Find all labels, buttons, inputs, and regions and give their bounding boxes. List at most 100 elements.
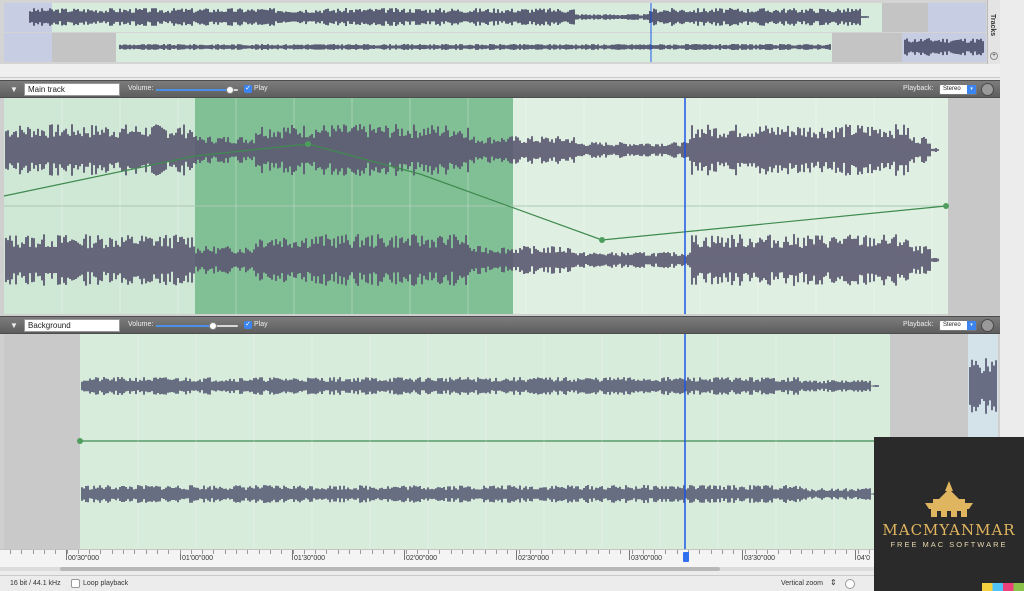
vertical-zoom-slider[interactable] xyxy=(845,579,855,589)
ruler-minor-tick xyxy=(168,550,170,554)
watermark-tagline: FREE MAC SOFTWARE xyxy=(890,540,1008,549)
ruler-minor-tick xyxy=(32,550,34,554)
ruler-minor-tick xyxy=(541,550,543,554)
track-name-field[interactable]: Main track xyxy=(24,83,120,96)
ruler-label: 02'30"000 xyxy=(518,555,550,562)
overview-waveforms xyxy=(0,0,987,64)
ruler-minor-tick xyxy=(202,550,204,554)
ruler-minor-tick xyxy=(326,550,328,554)
ruler-minor-tick xyxy=(868,550,870,554)
ruler-minor-tick xyxy=(428,550,430,554)
envelope-point[interactable] xyxy=(599,237,605,243)
ruler-minor-tick xyxy=(812,550,814,554)
ruler-minor-tick xyxy=(66,550,68,554)
background-track-area[interactable] xyxy=(0,334,1000,549)
play-checkbox[interactable]: ✓ xyxy=(244,321,252,329)
ruler-minor-tick xyxy=(846,550,848,554)
main-track-header: ▼ Main track Volume: ✓ Play Playback: St… xyxy=(0,80,1000,98)
collapse-triangle-icon[interactable]: ▼ xyxy=(10,85,18,94)
ruler-minor-tick xyxy=(145,550,147,554)
track-options-button[interactable] xyxy=(981,319,994,332)
envelope-point[interactable] xyxy=(943,203,949,209)
ruler-minor-tick xyxy=(43,550,45,554)
ruler-minor-tick xyxy=(315,550,317,554)
ruler-label: 00'30"000 xyxy=(68,555,100,562)
ruler-tick xyxy=(742,550,743,560)
tracks-tab-label: Tracks xyxy=(989,14,996,37)
envelope-point[interactable] xyxy=(305,141,311,147)
ruler-minor-tick xyxy=(134,550,136,554)
ruler-minor-tick xyxy=(597,550,599,554)
ruler-minor-tick xyxy=(337,550,339,554)
ruler-minor-tick xyxy=(450,550,452,554)
zoom-stepper-icon[interactable]: ⇕ xyxy=(830,578,837,587)
ruler-minor-tick xyxy=(767,550,769,554)
ruler-minor-tick xyxy=(100,550,102,554)
ruler-minor-tick xyxy=(710,550,712,554)
loop-checkbox[interactable] xyxy=(71,579,80,588)
ruler-tick xyxy=(855,550,856,560)
playback-mode-select[interactable]: Stereo ▾ xyxy=(939,320,977,331)
background-track-header: ▼ Background Volume: ✓ Play Playback: St… xyxy=(0,316,1000,334)
ruler-minor-tick xyxy=(111,550,113,554)
volume-label: Volume: xyxy=(128,85,154,92)
track-name-field[interactable]: Background xyxy=(24,319,120,332)
ruler-minor-tick xyxy=(575,550,576,554)
ruler-minor-tick xyxy=(778,550,780,554)
playback-mode-value: Stereo xyxy=(943,86,961,92)
ruler-minor-tick xyxy=(654,550,656,554)
volume-slider[interactable] xyxy=(156,322,238,330)
ruler-minor-tick xyxy=(608,550,610,554)
ruler-minor-tick xyxy=(236,550,237,554)
ruler-minor-tick xyxy=(620,550,622,554)
envelope-point[interactable] xyxy=(77,438,83,444)
pagoda-icon xyxy=(925,481,973,517)
play-checkbox[interactable]: ✓ xyxy=(244,85,252,93)
ruler-minor-tick xyxy=(382,550,384,554)
ruler-minor-tick xyxy=(676,550,678,554)
zoom-strip[interactable] xyxy=(0,64,1000,78)
ruler-minor-tick xyxy=(247,550,249,554)
volume-slider[interactable] xyxy=(156,86,238,94)
status-bar: 16 bit / 44.1 kHz Loop playback Vertical… xyxy=(0,575,1000,591)
ruler-minor-tick xyxy=(473,550,475,554)
timeline-ruler[interactable]: 00'30"000 01'00"000 01'30"000 02'00"000 02'3… xyxy=(0,549,1000,571)
ruler-minor-tick xyxy=(405,550,407,554)
playhead-handle[interactable] xyxy=(683,552,689,562)
watermark-logo: MACMYANMAR FREE MAC SOFTWARE xyxy=(874,437,1024,591)
playback-mode-value: Stereo xyxy=(943,322,961,328)
playback-mode-select[interactable]: Stereo ▾ xyxy=(939,84,977,95)
audio-format: 16 bit / 44.1 kHz xyxy=(10,580,61,587)
ruler-minor-tick xyxy=(801,550,802,554)
ruler-minor-tick xyxy=(462,550,463,554)
ruler-minor-tick xyxy=(857,550,859,554)
ruler-minor-tick xyxy=(439,550,441,554)
playback-label: Playback: xyxy=(903,321,934,328)
main-track-area[interactable] xyxy=(0,98,1000,316)
ruler-minor-tick xyxy=(665,550,667,554)
zoom-icon[interactable]: + xyxy=(990,52,998,60)
ruler-minor-tick xyxy=(552,550,554,554)
ruler-minor-tick xyxy=(224,550,226,554)
select-arrow-icon: ▾ xyxy=(967,321,976,330)
ruler-minor-tick xyxy=(733,550,735,554)
ruler-minor-tick xyxy=(507,550,509,554)
tracks-overview[interactable] xyxy=(0,0,1000,64)
ruler-minor-tick xyxy=(484,550,486,554)
ruler-minor-tick xyxy=(10,550,11,554)
ruler-minor-tick xyxy=(586,550,588,554)
collapse-triangle-icon[interactable]: ▼ xyxy=(10,321,18,330)
horizontal-scrollbar[interactable] xyxy=(60,567,720,571)
ruler-minor-tick xyxy=(789,550,791,554)
ruler-minor-tick xyxy=(823,550,825,554)
tracks-tab[interactable]: Tracks + xyxy=(987,0,1000,64)
ruler-tick xyxy=(629,550,630,560)
ruler-minor-tick xyxy=(394,550,396,554)
ruler-minor-tick xyxy=(258,550,260,554)
ruler-minor-tick xyxy=(303,550,305,554)
ruler-minor-tick xyxy=(77,550,79,554)
track-options-button[interactable] xyxy=(981,83,994,96)
watermark-brand: MACMYANMAR xyxy=(882,521,1016,539)
ruler-minor-tick xyxy=(292,550,294,554)
ruler-minor-tick xyxy=(642,550,644,554)
